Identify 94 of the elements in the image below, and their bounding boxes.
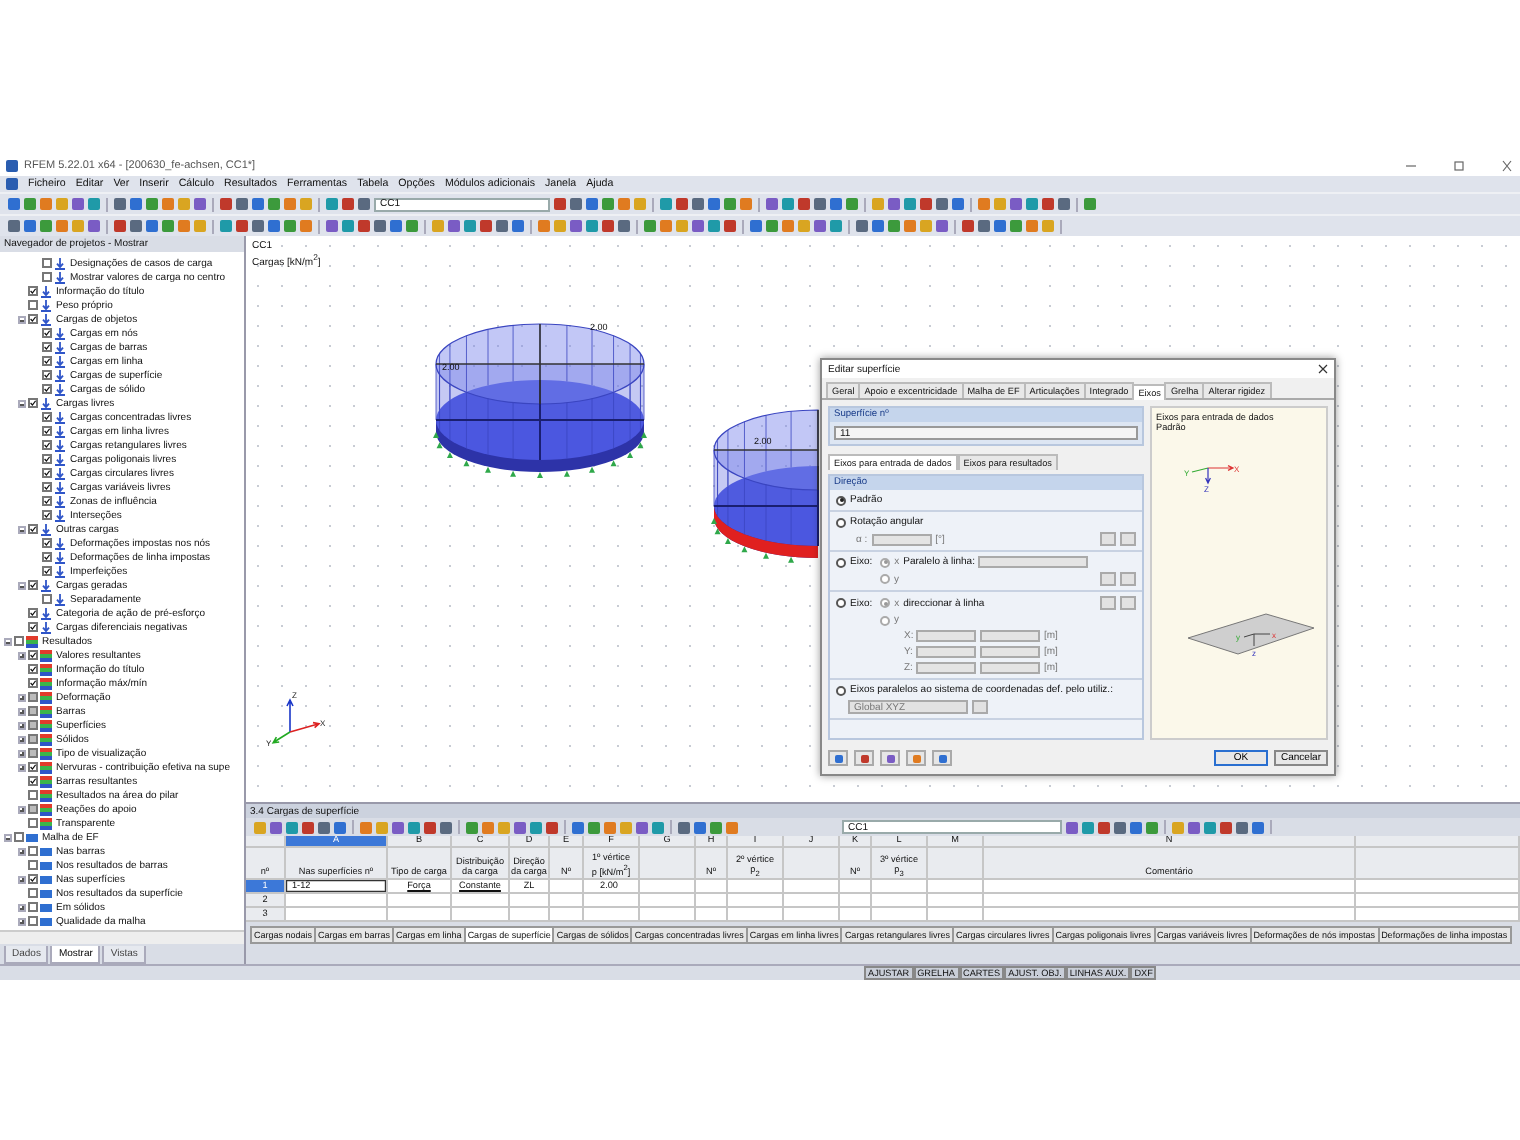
checkbox[interactable] [28,776,38,786]
checkbox[interactable] [42,412,52,422]
checkbox[interactable] [28,790,38,800]
checkbox[interactable] [28,664,38,674]
coordinate-field[interactable] [916,630,976,642]
radio-button[interactable] [880,557,891,567]
close-icon[interactable] [1318,364,1328,374]
checkbox[interactable] [42,370,52,380]
checkbox[interactable] [42,440,52,450]
checkbox[interactable] [28,314,38,324]
toolbar-icon[interactable] [1084,198,1096,210]
checkbox[interactable] [28,818,38,828]
expand-toggle[interactable] [18,735,26,743]
checkbox[interactable] [42,426,52,436]
checkbox[interactable] [14,636,24,646]
checkbox[interactable] [42,258,52,268]
checkbox[interactable] [28,762,38,772]
checkbox[interactable] [42,566,52,576]
checkbox[interactable] [28,874,38,884]
checkbox[interactable] [28,860,38,870]
checkbox[interactable] [42,538,52,548]
expand-toggle[interactable] [18,903,26,911]
expand-toggle[interactable] [18,707,26,715]
horizontal-scrollbar[interactable] [0,930,244,944]
checkbox[interactable] [28,650,38,660]
checkbox[interactable] [28,580,38,590]
checkbox[interactable] [14,832,24,842]
checkbox[interactable] [42,510,52,520]
expand-toggle[interactable] [18,875,26,883]
checkbox[interactable] [28,622,38,632]
expand-toggle[interactable] [4,637,12,645]
radio-button[interactable] [836,598,846,608]
expand-toggle[interactable] [18,917,26,925]
checkbox[interactable] [28,706,38,716]
axes-drawing [1191,465,1235,485]
checkbox[interactable] [28,524,38,534]
checkbox[interactable] [28,846,38,856]
expand-toggle[interactable] [18,749,26,757]
checkbox[interactable] [42,468,52,478]
radio-button[interactable] [880,615,890,625]
coordinate-field[interactable] [916,662,976,674]
expand-toggle[interactable] [18,721,26,729]
checkbox[interactable] [42,496,52,506]
expand-toggle[interactable] [18,763,26,771]
checkbox[interactable] [28,720,38,730]
checkbox[interactable] [42,342,52,352]
coordinate-field[interactable] [916,646,976,658]
line-field[interactable] [978,556,1089,568]
checkbox[interactable] [28,678,38,688]
coordinate-field[interactable] [980,630,1040,642]
radio-button[interactable] [836,557,846,567]
coordinate-field[interactable] [980,646,1040,658]
surface-plane-drawing [1187,613,1315,655]
checkbox[interactable] [42,552,52,562]
checkbox[interactable] [28,916,38,926]
checkbox[interactable] [42,454,52,464]
expand-toggle[interactable] [18,651,26,659]
expand-toggle[interactable] [18,805,26,813]
checkbox[interactable] [28,398,38,408]
checkbox[interactable] [42,384,52,394]
expand-toggle[interactable] [18,525,26,533]
minimize-icon[interactable] [1404,160,1418,172]
angle-field[interactable] [871,533,932,545]
checkbox[interactable] [28,734,38,744]
expand-toggle[interactable] [18,581,26,589]
coordinate-axes-drawing [271,698,321,744]
radio-button[interactable] [836,685,846,695]
coordinate-field[interactable] [980,662,1040,674]
checkbox[interactable] [42,328,52,338]
radio-button[interactable] [880,598,891,608]
checkbox[interactable] [28,286,38,296]
app-logo-icon [6,160,18,172]
checkbox[interactable] [28,608,38,618]
expand-toggle[interactable] [18,399,26,407]
checkbox[interactable] [28,692,38,702]
maximize-icon[interactable] [1452,160,1466,172]
checkbox[interactable] [28,888,38,898]
checkbox[interactable] [42,272,52,282]
checkbox[interactable] [28,748,38,758]
checkbox[interactable] [42,594,52,604]
pick-button[interactable] [972,700,988,714]
radio-button[interactable] [836,517,846,527]
checkbox[interactable] [28,804,38,814]
expand-toggle[interactable] [4,833,12,841]
expand-toggle[interactable] [18,315,26,323]
checkbox[interactable] [42,482,52,492]
radio-button[interactable] [880,574,890,584]
checkbox[interactable] [28,902,38,912]
expand-toggle[interactable] [18,847,26,855]
checkbox[interactable] [28,300,38,310]
expand-toggle[interactable] [18,693,26,701]
app-menu-icon[interactable] [6,178,18,190]
radio-button[interactable] [836,495,846,505]
checkbox[interactable] [42,356,52,366]
